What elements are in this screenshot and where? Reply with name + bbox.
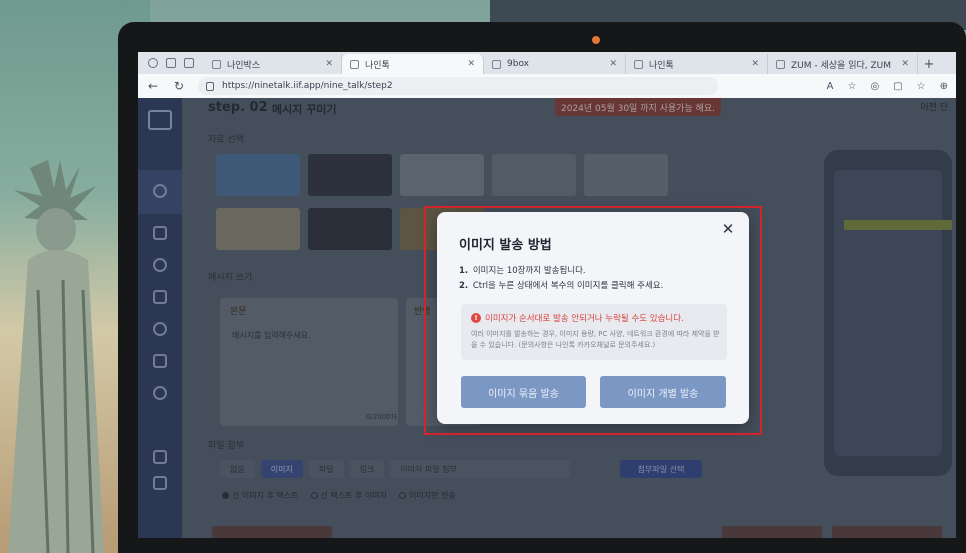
- highlight-frame: [424, 206, 762, 435]
- tab-1[interactable]: 나인톡 ✕: [342, 54, 484, 74]
- tab-close-icon[interactable]: ✕: [467, 59, 475, 69]
- profile-icon[interactable]: [148, 58, 158, 68]
- favorite-icon[interactable]: ☆: [847, 81, 856, 92]
- tab-bar-icons: [138, 52, 204, 74]
- workspaces-icon[interactable]: [166, 58, 176, 68]
- extension-icon[interactable]: ◎: [870, 81, 879, 92]
- tab-close-icon[interactable]: ✕: [901, 59, 909, 69]
- new-tab-button[interactable]: +: [918, 54, 940, 74]
- favorites-icon[interactable]: ☆: [917, 81, 926, 92]
- photo-scene: 나인박스 ✕ 나인톡 ✕ 9box ✕ 나인톡 ✕ ZUM - 세상을 읽다, …: [0, 0, 966, 553]
- tab-0[interactable]: 나인박스 ✕: [204, 54, 342, 74]
- refresh-icon[interactable]: ↻: [172, 79, 186, 93]
- url-field[interactable]: https://ninetalk.iif.app/nine_talk/step2: [198, 77, 718, 95]
- collections-icon[interactable]: ⊕: [940, 81, 948, 92]
- tab-close-icon[interactable]: ✕: [751, 59, 759, 69]
- webcam-icon: [592, 36, 600, 44]
- tab-2[interactable]: 9box ✕: [484, 54, 626, 74]
- favicon-icon: [634, 59, 643, 69]
- statue-of-liberty-picture: [8, 160, 104, 553]
- back-icon[interactable]: ←: [146, 79, 160, 93]
- split-screen-icon[interactable]: ▢: [893, 81, 902, 92]
- tab-close-icon[interactable]: ✕: [609, 59, 617, 69]
- tab-4[interactable]: ZUM - 세상을 읽다, ZUM ✕: [768, 54, 918, 74]
- tab-label: 나인박스: [227, 60, 261, 71]
- read-aloud-icon[interactable]: A: [827, 81, 834, 92]
- tab-actions-icon[interactable]: [184, 58, 194, 68]
- tab-label: 나인톡: [649, 60, 674, 71]
- browser-tab-bar: 나인박스 ✕ 나인톡 ✕ 9box ✕ 나인톡 ✕ ZUM - 세상을 읽다, …: [138, 52, 956, 74]
- lock-icon: [206, 81, 214, 91]
- favicon-icon: [350, 59, 359, 69]
- tab-3[interactable]: 나인톡 ✕: [626, 54, 768, 74]
- tab-label: 나인톡: [365, 60, 390, 71]
- tab-label: ZUM - 세상을 읽다, ZUM: [791, 60, 891, 71]
- favicon-icon: [212, 59, 221, 69]
- address-bar: ← ↻ https://ninetalk.iif.app/nine_talk/s…: [138, 74, 956, 98]
- url-text: https://ninetalk.iif.app/nine_talk/step2: [222, 81, 393, 91]
- tab-close-icon[interactable]: ✕: [325, 59, 333, 69]
- toolbar-icons: A ☆ ◎ ▢ ☆ ⊕: [827, 81, 948, 92]
- favicon-icon: [776, 59, 785, 69]
- favicon-icon: [492, 59, 501, 69]
- tab-label: 9box: [507, 59, 529, 69]
